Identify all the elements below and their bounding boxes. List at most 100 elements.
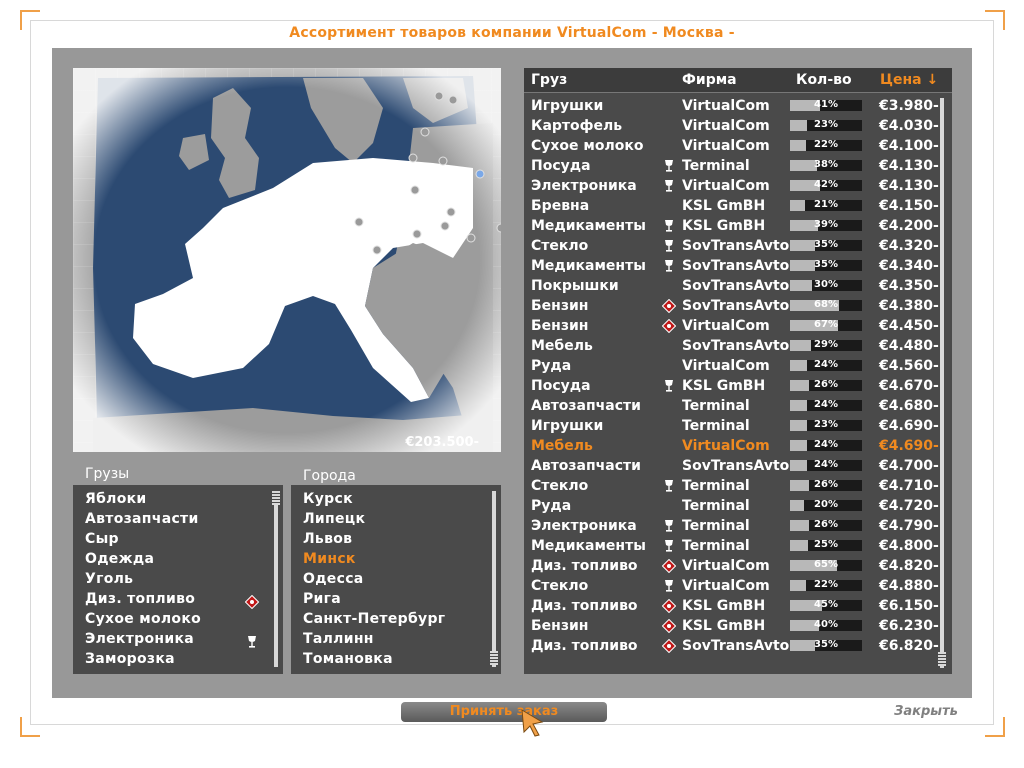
col-qty[interactable]: Кол-во: [796, 72, 852, 88]
cargo-list-item[interactable]: Уголь: [85, 571, 133, 587]
col-price[interactable]: Цена ↓: [880, 72, 938, 88]
table-row[interactable]: Электроника VirtualCom 42% €4.130-: [524, 176, 939, 196]
table-row[interactable]: Автозапчасти Terminal 24% €4.680-: [524, 396, 939, 416]
hazard-icon: [661, 298, 677, 314]
frame-corner-bl: [20, 717, 40, 737]
row-company: VirtualCom: [682, 138, 770, 154]
row-price: €6.820-: [879, 638, 939, 654]
row-company: SovTransAvto: [682, 278, 790, 294]
row-qty-bar: 20%: [790, 499, 862, 511]
cargo-list-scrollbar[interactable]: [274, 491, 278, 667]
table-row[interactable]: Сухое молоко VirtualCom 22% €4.100-: [524, 136, 939, 156]
table-row[interactable]: Посуда Terminal 38% €4.130-: [524, 156, 939, 176]
row-qty-label: 24%: [814, 359, 838, 370]
row-cargo: Диз. топливо: [531, 558, 638, 574]
table-row[interactable]: Электроника Terminal 26% €4.790-: [524, 516, 939, 536]
table-scrollbar[interactable]: [940, 98, 944, 668]
cargo-list-header: Грузы: [85, 466, 130, 482]
row-qty-bar: 26%: [790, 379, 862, 391]
hazard-icon: [661, 558, 677, 574]
row-qty-label: 35%: [814, 259, 838, 270]
cargo-list-item[interactable]: Заморозка: [85, 651, 175, 667]
table-row[interactable]: Руда Terminal 20% €4.720-: [524, 496, 939, 516]
row-company: VirtualCom: [682, 118, 770, 134]
table-row[interactable]: Медикаменты SovTransAvto 35% €4.340-: [524, 256, 939, 276]
city-list-item[interactable]: Томановка: [303, 651, 393, 667]
table-row[interactable]: Игрушки Terminal 23% €4.690-: [524, 416, 939, 436]
close-button[interactable]: Закрыть: [880, 704, 972, 722]
city-list-item[interactable]: Курск: [303, 491, 353, 507]
table-row[interactable]: Бензин VirtualCom 67% €4.450-: [524, 316, 939, 336]
cargo-list-item[interactable]: Диз. топливо: [85, 591, 195, 607]
city-list: Курск Липецк Львов Минск Одесса Рига Санкт-Пет…: [291, 485, 501, 674]
table-row[interactable]: Стекло SovTransAvto 35% €4.320-: [524, 236, 939, 256]
row-qty-label: 39%: [814, 219, 838, 230]
cargo-list-item[interactable]: Электроника: [85, 631, 194, 647]
table-row[interactable]: Бензин SovTransAvto 68% €4.380-: [524, 296, 939, 316]
table-row[interactable]: Посуда KSL GmBH 26% €4.670-: [524, 376, 939, 396]
table-row[interactable]: Диз. топливо SovTransAvto 35% €6.820-: [524, 636, 939, 656]
accept-order-button[interactable]: Принять заказ: [401, 702, 607, 722]
row-cargo: Автозапчасти: [531, 398, 641, 414]
table-row[interactable]: Стекло Terminal 26% €4.710-: [524, 476, 939, 496]
city-list-item[interactable]: Санкт-Петербург: [303, 611, 445, 627]
row-qty-label: 20%: [814, 499, 838, 510]
col-company[interactable]: Фирма: [682, 72, 737, 88]
row-price: €4.100-: [879, 138, 939, 154]
row-price: €4.350-: [879, 278, 939, 294]
table-row[interactable]: Мебель SovTransAvto 29% €4.480-: [524, 336, 939, 356]
row-price: €4.690-: [879, 438, 939, 454]
table-row[interactable]: Диз. топливо KSL GmBH 45% €6.150-: [524, 596, 939, 616]
row-qty-bar: 24%: [790, 359, 862, 371]
cargo-list-item[interactable]: Одежда: [85, 551, 154, 567]
frame-top-line: [30, 20, 994, 21]
table-row[interactable]: Покрышки SovTransAvto 30% €4.350-: [524, 276, 939, 296]
table-row[interactable]: Игрушки VirtualCom 41% €3.980-: [524, 96, 939, 116]
table-row[interactable]: Диз. топливо VirtualCom 65% €4.820-: [524, 556, 939, 576]
table-row[interactable]: Медикаменты Terminal 25% €4.800-: [524, 536, 939, 556]
row-qty-bar: 65%: [790, 559, 862, 571]
table-row[interactable]: Руда VirtualCom 24% €4.560-: [524, 356, 939, 376]
fragile-icon: [662, 519, 676, 533]
row-qty-bar: 26%: [790, 479, 862, 491]
city-list-item[interactable]: Рига: [303, 591, 341, 607]
fragile-icon: [662, 159, 676, 173]
city-list-item[interactable]: Минск: [303, 551, 356, 567]
table-row[interactable]: Мебель VirtualCom 24% €4.690-: [524, 436, 939, 456]
cargo-list-item[interactable]: Яблоки: [85, 491, 147, 507]
table-row[interactable]: Бревна KSL GmBH 21% €4.150-: [524, 196, 939, 216]
cargo-list-item[interactable]: Сыр: [85, 531, 119, 547]
table-row[interactable]: Автозапчасти SovTransAvto 24% €4.700-: [524, 456, 939, 476]
cargo-list-item[interactable]: Автозапчасти: [85, 511, 199, 527]
table-row[interactable]: Картофель VirtualCom 23% €4.030-: [524, 116, 939, 136]
table-scroll-grip[interactable]: [938, 652, 946, 666]
row-cargo: Мебель: [531, 438, 593, 454]
fragile-icon: [662, 179, 676, 193]
europe-map[interactable]: €203.500-: [73, 68, 501, 452]
row-cargo: Медикаменты: [531, 258, 646, 274]
cargo-scroll-grip[interactable]: [272, 491, 280, 505]
row-qty-bar: 22%: [790, 579, 862, 591]
table-row[interactable]: Медикаменты KSL GmBH 39% €4.200-: [524, 216, 939, 236]
row-price: €4.340-: [879, 258, 939, 274]
city-scroll-grip[interactable]: [490, 651, 498, 665]
row-cargo: Стекло: [531, 478, 589, 494]
row-cargo: Посуда: [531, 378, 591, 394]
city-list-item[interactable]: Таллинн: [303, 631, 374, 647]
frame-corner-br: [985, 717, 1005, 737]
city-list-item[interactable]: Липецк: [303, 511, 365, 527]
frame-bottom-line: [30, 724, 994, 725]
row-company: VirtualCom: [682, 98, 770, 114]
city-list-scrollbar[interactable]: [492, 491, 496, 667]
hazard-icon: [661, 318, 677, 334]
cargo-list-item[interactable]: Сухое молоко: [85, 611, 201, 627]
city-list-item[interactable]: Львов: [303, 531, 352, 547]
city-list-item[interactable]: Одесса: [303, 571, 364, 587]
table-row[interactable]: Бензин KSL GmBH 40% €6.230-: [524, 616, 939, 636]
offers-table: Груз Фирма Кол-во Цена ↓ Игрушки VirtualC…: [524, 68, 952, 674]
row-cargo: Игрушки: [531, 418, 604, 434]
row-cargo: Медикаменты: [531, 538, 646, 554]
col-cargo[interactable]: Груз: [531, 72, 567, 88]
row-qty-label: 40%: [814, 619, 838, 630]
table-row[interactable]: Стекло VirtualCom 22% €4.880-: [524, 576, 939, 596]
